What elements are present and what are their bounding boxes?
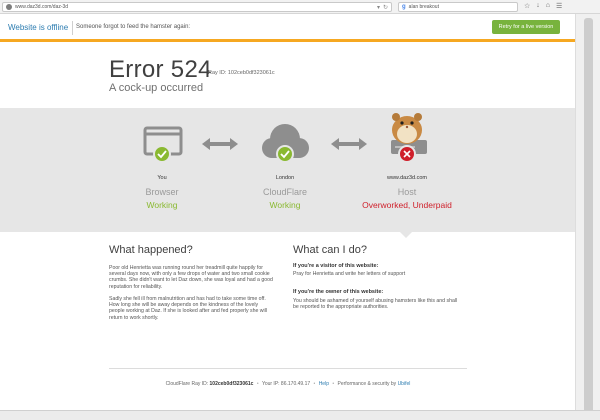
visitor-heading: If you're a visitor of this website: <box>293 263 379 269</box>
node-cloudflare-label: London <box>275 175 295 181</box>
footer-help-link[interactable]: Help <box>319 381 329 387</box>
menu-icon[interactable]: ☰ <box>556 2 562 10</box>
visitor-text: Pray for Henrietta and write her letters… <box>293 271 406 277</box>
node-cloudflare-status: Working <box>269 200 301 210</box>
what-happened-para-2: Sadly she fell ill from malnutrition and… <box>109 296 268 321</box>
error-code-title: Error 524 <box>109 56 212 83</box>
footer-perf-label: Performance & security by <box>337 381 397 387</box>
footer-ray-value: 102ceb0df323061c <box>209 381 254 387</box>
search-text: alan breakout <box>408 4 439 10</box>
browser-toolbar: www.daz3d.com/daz-3d ▾ ↻ g alan breakout… <box>0 0 600 14</box>
band-pointer <box>398 230 414 238</box>
taskbar <box>0 410 600 420</box>
offline-banner: Website is offline Someone forgot to fee… <box>0 14 575 42</box>
what-can-i-do-title: What can I do? <box>293 244 367 256</box>
error-subtitle: A cock-up occurred <box>109 82 204 94</box>
owner-heading: If you're the owner of this website: <box>293 289 384 295</box>
double-arrow-icon <box>202 138 238 150</box>
download-icon[interactable]: ↓ <box>536 2 540 10</box>
banner-divider <box>72 21 73 35</box>
reload-icon[interactable]: ↻ <box>383 4 388 11</box>
error-page: www.daz3d.com/daz-3d ▾ ↻ g alan breakout… <box>0 0 600 420</box>
footer-ip: Your IP: 86.170.49.17 <box>261 381 311 387</box>
scrollbar-thumb[interactable] <box>584 18 593 416</box>
node-host-name: Host <box>397 187 417 197</box>
search-box[interactable]: g alan breakout <box>398 2 518 12</box>
node-host-status: Overworked, Underpaid <box>362 200 452 210</box>
node-cloudflare-name: CloudFlare <box>262 187 308 197</box>
offline-title: Website is offline <box>8 23 69 32</box>
status-diagram: You Browser Working London CloudFlare Wo… <box>0 108 575 232</box>
hamster-image <box>392 113 422 144</box>
globe-icon <box>6 4 12 10</box>
home-icon[interactable]: ⌂ <box>546 2 550 10</box>
node-host-label: www.daz3d.com <box>386 175 428 181</box>
footer-divider <box>109 368 467 369</box>
scrollbar[interactable] <box>575 14 600 420</box>
retry-button[interactable]: Retry for a live version <box>492 20 560 34</box>
dropdown-icon[interactable]: ▾ <box>377 4 380 11</box>
owner-text: You should be ashamed of yourself abusin… <box>293 298 458 311</box>
ray-id-header: Ray ID: 102ceb0df323061c <box>208 70 275 76</box>
offline-message: Someone forgot to feed the hamster again… <box>76 24 191 30</box>
footer-ray-label: CloudFlare Ray ID: <box>165 381 209 387</box>
footer: CloudFlare Ray ID: 102ceb0df323061c • Yo… <box>165 381 411 387</box>
star-icon[interactable]: ☆ <box>524 2 530 10</box>
check-icon <box>153 145 171 163</box>
double-arrow-icon <box>331 138 367 150</box>
diagram-graphics <box>143 113 427 163</box>
what-happened-para-1: Poor old Henrietta was running round her… <box>109 265 273 290</box>
node-browser-label: You <box>157 175 167 181</box>
address-bar[interactable]: www.daz3d.com/daz-3d ▾ ↻ <box>2 2 392 12</box>
what-happened-title: What happened? <box>109 244 193 256</box>
check-icon <box>276 145 294 163</box>
x-icon <box>398 145 416 163</box>
node-browser-status: Working <box>146 200 178 210</box>
node-browser-name: Browser <box>145 187 179 197</box>
url-text: www.daz3d.com/daz-3d <box>15 4 69 10</box>
footer-brand-link[interactable]: Ubifel <box>398 381 411 387</box>
search-engine-icon: g <box>402 4 406 10</box>
